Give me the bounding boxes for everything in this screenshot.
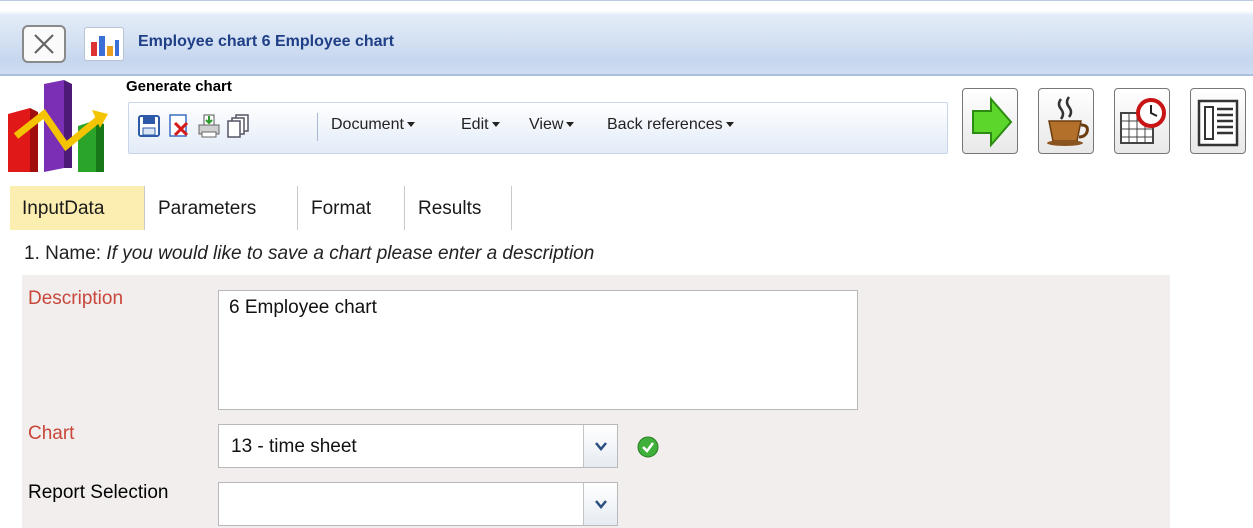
tab-format[interactable]: Format — [299, 186, 405, 230]
report-selection-dropdown[interactable] — [583, 483, 617, 525]
window-title: Employee chart 6 Employee chart — [138, 33, 395, 50]
menu-view[interactable]: View — [529, 116, 575, 134]
coffee-icon — [1047, 96, 1089, 146]
report-selection-label: Report Selection — [28, 482, 169, 503]
tab-bar: InputData Parameters Format Results — [0, 186, 1253, 232]
schedule-button[interactable] — [1114, 88, 1170, 154]
save-icon[interactable] — [137, 113, 161, 139]
coffee-button[interactable] — [1038, 88, 1094, 154]
bar-chart-icon — [84, 27, 124, 61]
chevron-down-icon — [725, 122, 734, 128]
chart-select-value: 13 - time sheet — [231, 436, 357, 457]
chevron-down-icon — [566, 122, 575, 128]
close-button[interactable] — [22, 25, 66, 63]
check-ok-icon — [637, 436, 659, 458]
toolbar-separator — [317, 113, 318, 141]
chevron-down-icon — [594, 500, 607, 509]
close-icon — [34, 34, 54, 54]
generate-chart-label: Generate chart — [126, 78, 232, 95]
description-field[interactable]: 6 Employee chart — [218, 290, 858, 410]
toolbar: Document Edit View Back references — [128, 102, 948, 154]
chart-label: Chart — [28, 423, 75, 444]
title-bar: Employee chart 6 Employee chart — [0, 0, 1253, 74]
menu-document[interactable]: Document — [331, 116, 415, 134]
tab-inputdata[interactable]: InputData — [10, 186, 145, 230]
chart-select-dropdown[interactable] — [583, 425, 617, 467]
menu-edit[interactable]: Edit — [461, 116, 500, 134]
delete-icon[interactable] — [167, 113, 191, 139]
chart-logo-icon — [8, 80, 124, 172]
print-icon[interactable] — [197, 113, 221, 139]
run-button[interactable] — [962, 88, 1018, 154]
tab-parameters[interactable]: Parameters — [146, 186, 298, 230]
report-list-button[interactable] — [1190, 88, 1246, 154]
description-label: Description — [28, 288, 124, 309]
chevron-down-icon — [491, 122, 500, 128]
copy-icon[interactable] — [227, 113, 251, 139]
report-selection-select[interactable] — [218, 482, 618, 526]
run-arrow-icon — [972, 96, 1013, 148]
report-list-icon — [1197, 99, 1239, 147]
schedule-clock-icon — [1120, 98, 1166, 144]
chevron-down-icon — [594, 442, 607, 451]
chart-select[interactable]: 13 - time sheet — [218, 424, 618, 468]
chevron-down-icon — [406, 122, 415, 128]
section-hint: If you would like to save a chart please… — [106, 243, 595, 264]
title-divider — [0, 74, 1253, 76]
section-instruction: 1. Name: If you would like to save a cha… — [24, 243, 594, 265]
tab-results[interactable]: Results — [406, 186, 512, 230]
menu-back-references[interactable]: Back references — [607, 116, 734, 134]
section-prefix: 1. Name: — [24, 243, 102, 264]
